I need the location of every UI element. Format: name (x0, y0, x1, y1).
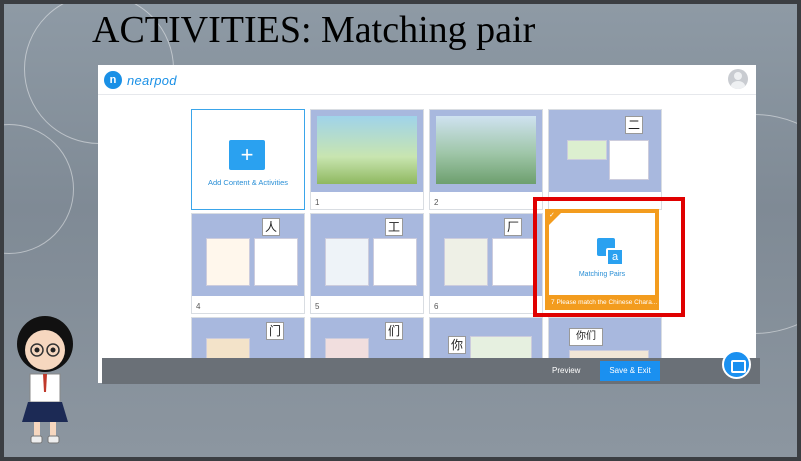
market-scene-image (436, 116, 536, 184)
logo-text: nearpod (127, 72, 177, 88)
slide-title: ACTIVITIES: Matching pair (92, 9, 536, 51)
logo-mark-icon: n (104, 71, 122, 89)
slide-thumbnail: 厂 (430, 214, 542, 296)
character-box: 人 (262, 218, 280, 236)
nearpod-logo[interactable]: n nearpod (104, 71, 177, 89)
slide-thumbnail: 二 (549, 110, 661, 192)
slide-card-2[interactable]: 2 (429, 109, 543, 210)
slide-card-1[interactable]: 1 (310, 109, 424, 210)
add-content-card[interactable]: + Add Content & Activities (191, 109, 305, 210)
slide-card-5[interactable]: 工 5 (310, 213, 424, 314)
character-box: 厂 (504, 218, 522, 236)
preview-button[interactable]: Preview (552, 366, 580, 375)
character-box: 们 (385, 322, 403, 340)
writing-grid (373, 238, 417, 286)
character-box: 二 (625, 116, 643, 134)
plus-folder-icon: + (229, 140, 265, 170)
writing-grid (254, 238, 298, 286)
slide-card-4[interactable]: 人 4 (191, 213, 305, 314)
character-box: 你们 (569, 328, 603, 346)
character-box: 工 (385, 218, 403, 236)
slide-thumbnail (311, 110, 423, 192)
deco-ring (4, 124, 74, 254)
highlight-frame (533, 197, 685, 317)
tool-illustration (325, 238, 369, 286)
slide-thumbnail (430, 110, 542, 192)
top-bar: n nearpod (98, 65, 756, 95)
add-content-label: Add Content & Activities (207, 178, 289, 187)
editor-footer: Preview Save & Exit (102, 358, 760, 384)
slide-number: 6 (434, 302, 439, 311)
slide-number: 2 (434, 198, 439, 207)
school-scene-image (317, 116, 417, 184)
slide-thumbnail: 工 (311, 214, 423, 296)
illustration (567, 140, 607, 160)
save-exit-button[interactable]: Save & Exit (600, 361, 660, 381)
character-box: 你 (448, 336, 466, 354)
slide-thumbnail: 人 (192, 214, 304, 296)
slide-number: 5 (315, 302, 320, 311)
slide-number: 1 (315, 198, 320, 207)
person-illustration (206, 238, 250, 286)
slide-number: 4 (196, 302, 201, 311)
character-box: 门 (266, 322, 284, 340)
writing-grid (609, 140, 649, 180)
factory-illustration (444, 238, 488, 286)
writing-grid (492, 238, 536, 286)
chat-icon[interactable] (722, 350, 751, 379)
slide-card-3[interactable]: 二 (548, 109, 662, 210)
student-character-illustration (17, 316, 73, 444)
user-avatar[interactable] (728, 69, 748, 89)
slide-card-6[interactable]: 厂 6 (429, 213, 543, 314)
